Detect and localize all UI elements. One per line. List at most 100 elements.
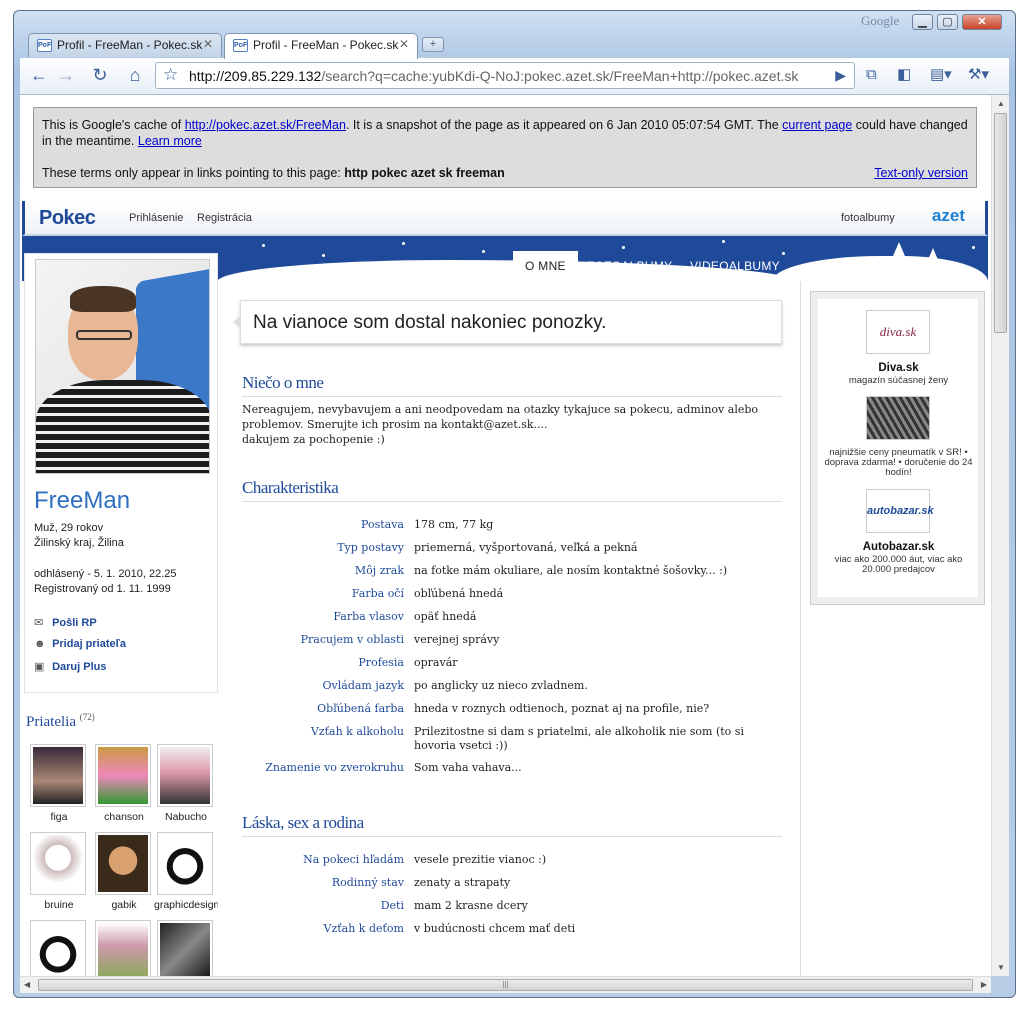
new-tab-button[interactable]: + bbox=[422, 37, 444, 52]
fotoalbumy-link[interactable]: fotoalbumy bbox=[841, 212, 895, 224]
back-icon[interactable]: ← bbox=[28, 64, 50, 88]
field-label[interactable]: Môj zrak bbox=[242, 564, 404, 577]
field-label[interactable]: Typ postavy bbox=[242, 541, 404, 554]
cache-text: This is Google's cache of bbox=[42, 118, 185, 132]
field-value: Prilezitostne si dam s priatelmi, ale al… bbox=[414, 725, 744, 752]
extension-icon[interactable]: ◧ bbox=[897, 64, 911, 86]
google-cache-notice: This is Google's cache of http://pokec.a… bbox=[33, 107, 977, 188]
field-label[interactable]: Farba očí bbox=[242, 587, 404, 600]
url-text: http://209.85.229.132/search?q=cache:yub… bbox=[189, 68, 799, 84]
friend-thumb[interactable]: chanson bbox=[95, 744, 151, 823]
friend-thumb[interactable]: bruine bbox=[30, 832, 86, 911]
pokec-header: Pokec Prihlásenie Registrácia fotoalbumy… bbox=[22, 201, 988, 236]
close-tab-icon[interactable]: ✕ bbox=[399, 37, 409, 51]
send-message-button[interactable]: ✉ Pošli RP bbox=[34, 616, 97, 629]
ad-title[interactable]: Autobazar.sk bbox=[811, 541, 986, 553]
field-value: hneda v roznych odtienoch, poznat aj na … bbox=[414, 702, 710, 715]
about-text: Nereagujem, nevybavujem a ani neodpoveda… bbox=[242, 403, 759, 446]
love-heading: Láska, sex a rodina bbox=[242, 813, 782, 837]
tab-fotoalbumy[interactable]: FOTOALBUMY bbox=[575, 251, 684, 279]
pokec-logo[interactable]: Pokec bbox=[39, 207, 96, 230]
field-label[interactable]: Vzťah k alkoholu bbox=[242, 725, 404, 738]
scroll-down-icon[interactable]: ▼ bbox=[997, 963, 1005, 972]
ad-title[interactable]: Diva.sk bbox=[811, 362, 986, 374]
minimize-button[interactable]: ▁ bbox=[912, 14, 933, 30]
star-icon[interactable]: ☆ bbox=[163, 65, 178, 85]
close-tab-icon[interactable]: ✕ bbox=[203, 37, 213, 51]
page-menu-icon[interactable]: ▤▾ bbox=[930, 64, 952, 86]
friend-thumb[interactable] bbox=[95, 920, 151, 976]
field-value: v budúcnosti chcem mať deti bbox=[414, 922, 576, 935]
field-label[interactable]: Farba vlasov bbox=[242, 610, 404, 623]
profile-registered: Registrovaný od 1. 11. 1999 bbox=[34, 583, 171, 595]
ad-panel: diva.sk Diva.sk magazín súčasnej ženy na… bbox=[810, 291, 985, 605]
friend-thumb[interactable] bbox=[30, 920, 86, 976]
tab-o-mne[interactable]: O MNE bbox=[513, 251, 578, 279]
gift-plus-button[interactable]: ▣ Daruj Plus bbox=[34, 660, 106, 673]
field-label[interactable]: Ovládam jazyk bbox=[242, 679, 404, 692]
tab-2[interactable]: PoF Profil - FreeMan - Pokec.sk ✕ bbox=[224, 33, 418, 59]
ad-text: magazín súčasnej ženy bbox=[848, 375, 949, 386]
wrench-icon[interactable]: ⚒▾ bbox=[968, 64, 989, 86]
maximize-button[interactable]: ▢ bbox=[937, 14, 958, 30]
register-link[interactable]: Registrácia bbox=[197, 212, 252, 224]
cached-url-link[interactable]: http://pokec.azet.sk/FreeMan bbox=[185, 118, 346, 132]
current-page-link[interactable]: current page bbox=[782, 118, 852, 132]
close-window-button[interactable]: ✕ bbox=[962, 14, 1002, 30]
go-icon[interactable]: ▶ bbox=[835, 67, 846, 84]
envelope-icon: ✉ bbox=[34, 617, 44, 629]
field-label[interactable]: Postava bbox=[242, 518, 404, 531]
azet-logo[interactable]: azet bbox=[932, 206, 965, 226]
friend-thumb[interactable]: figa bbox=[30, 744, 86, 823]
friend-thumb[interactable]: gabik bbox=[95, 832, 151, 911]
scroll-up-icon[interactable]: ▲ bbox=[997, 99, 1005, 108]
field-label[interactable]: Na pokeci hľadám bbox=[242, 853, 404, 866]
autobazar-logo[interactable]: autobazar.sk bbox=[866, 489, 934, 533]
reload-icon[interactable]: ↻ bbox=[89, 64, 111, 88]
profile-photo[interactable] bbox=[35, 259, 210, 474]
friend-thumb[interactable]: graphicdesign bbox=[154, 832, 218, 911]
field-label[interactable]: Rodinný stav bbox=[242, 876, 404, 889]
field-value: verejnej správy bbox=[414, 633, 500, 646]
tab-title: Profil - FreeMan - Pokec.sk bbox=[253, 38, 399, 52]
terms-line: These terms only appear in links pointin… bbox=[42, 166, 505, 180]
scroll-right-icon[interactable]: ▶ bbox=[981, 980, 987, 989]
field-value: zenaty a strapaty bbox=[414, 876, 511, 889]
login-link[interactable]: Prihlásenie bbox=[129, 212, 183, 224]
scroll-thumb[interactable]: ||| bbox=[38, 979, 973, 991]
field-label[interactable]: Deti bbox=[242, 899, 404, 912]
friend-thumb[interactable]: Nabucho bbox=[157, 744, 213, 823]
field-label[interactable]: Profesia bbox=[242, 656, 404, 669]
tab-videoalbumy[interactable]: VIDEOALBUMY bbox=[678, 251, 792, 279]
field-value: po anglicky uz nieco zvladnem. bbox=[414, 679, 588, 692]
field-label[interactable]: Znamenie vo zverokruhu bbox=[242, 761, 404, 774]
ad-text: najnižšie ceny pneumatík v SR! • doprava… bbox=[824, 447, 973, 478]
text-only-link[interactable]: Text-only version bbox=[874, 165, 968, 181]
vertical-scrollbar[interactable]: ▲ ▼ bbox=[991, 95, 1009, 976]
field-label[interactable]: Pracujem v oblasti bbox=[242, 633, 404, 646]
profile-sidebar: FreeMan Muž, 29 rokov Žilinský kraj, Žil… bbox=[24, 253, 218, 693]
pokec-favicon-icon: PoF bbox=[233, 39, 248, 52]
add-friend-button[interactable]: ☻ Pridaj priateľa bbox=[34, 638, 126, 650]
translate-icon[interactable]: ⧉ bbox=[866, 64, 877, 86]
scroll-left-icon[interactable]: ◀ bbox=[24, 980, 30, 989]
tree-icon bbox=[922, 248, 944, 274]
address-bar[interactable]: ☆ http://209.85.229.132/search?q=cache:y… bbox=[155, 62, 855, 89]
scroll-thumb[interactable] bbox=[994, 113, 1007, 333]
horizontal-scrollbar[interactable]: ◀ ||| ▶ bbox=[20, 976, 991, 993]
tire-icon[interactable] bbox=[866, 396, 930, 440]
field-value: priemerná, vyšportovaná, veľká a pekná bbox=[414, 541, 638, 554]
friends-icon: ☻ bbox=[34, 638, 46, 650]
diva-logo[interactable]: diva.sk bbox=[866, 310, 930, 354]
field-label[interactable]: Vzťah k deťom bbox=[242, 922, 405, 935]
tab-1[interactable]: PoF Profil - FreeMan - Pokec.sk ✕ bbox=[28, 33, 222, 57]
home-icon[interactable]: ⌂ bbox=[123, 64, 147, 88]
friend-thumb[interactable] bbox=[157, 920, 213, 976]
field-value: opäť hnedá bbox=[414, 610, 477, 623]
cache-text: . It is a snapshot of the page as it app… bbox=[345, 118, 783, 132]
learn-more-link[interactable]: Learn more bbox=[138, 134, 202, 148]
forward-icon[interactable]: → bbox=[55, 64, 77, 88]
friends-heading[interactable]: Priatelia (72) bbox=[26, 712, 95, 731]
field-label[interactable]: Obľúbená farba bbox=[242, 702, 404, 715]
gift-icon: ▣ bbox=[34, 661, 45, 673]
